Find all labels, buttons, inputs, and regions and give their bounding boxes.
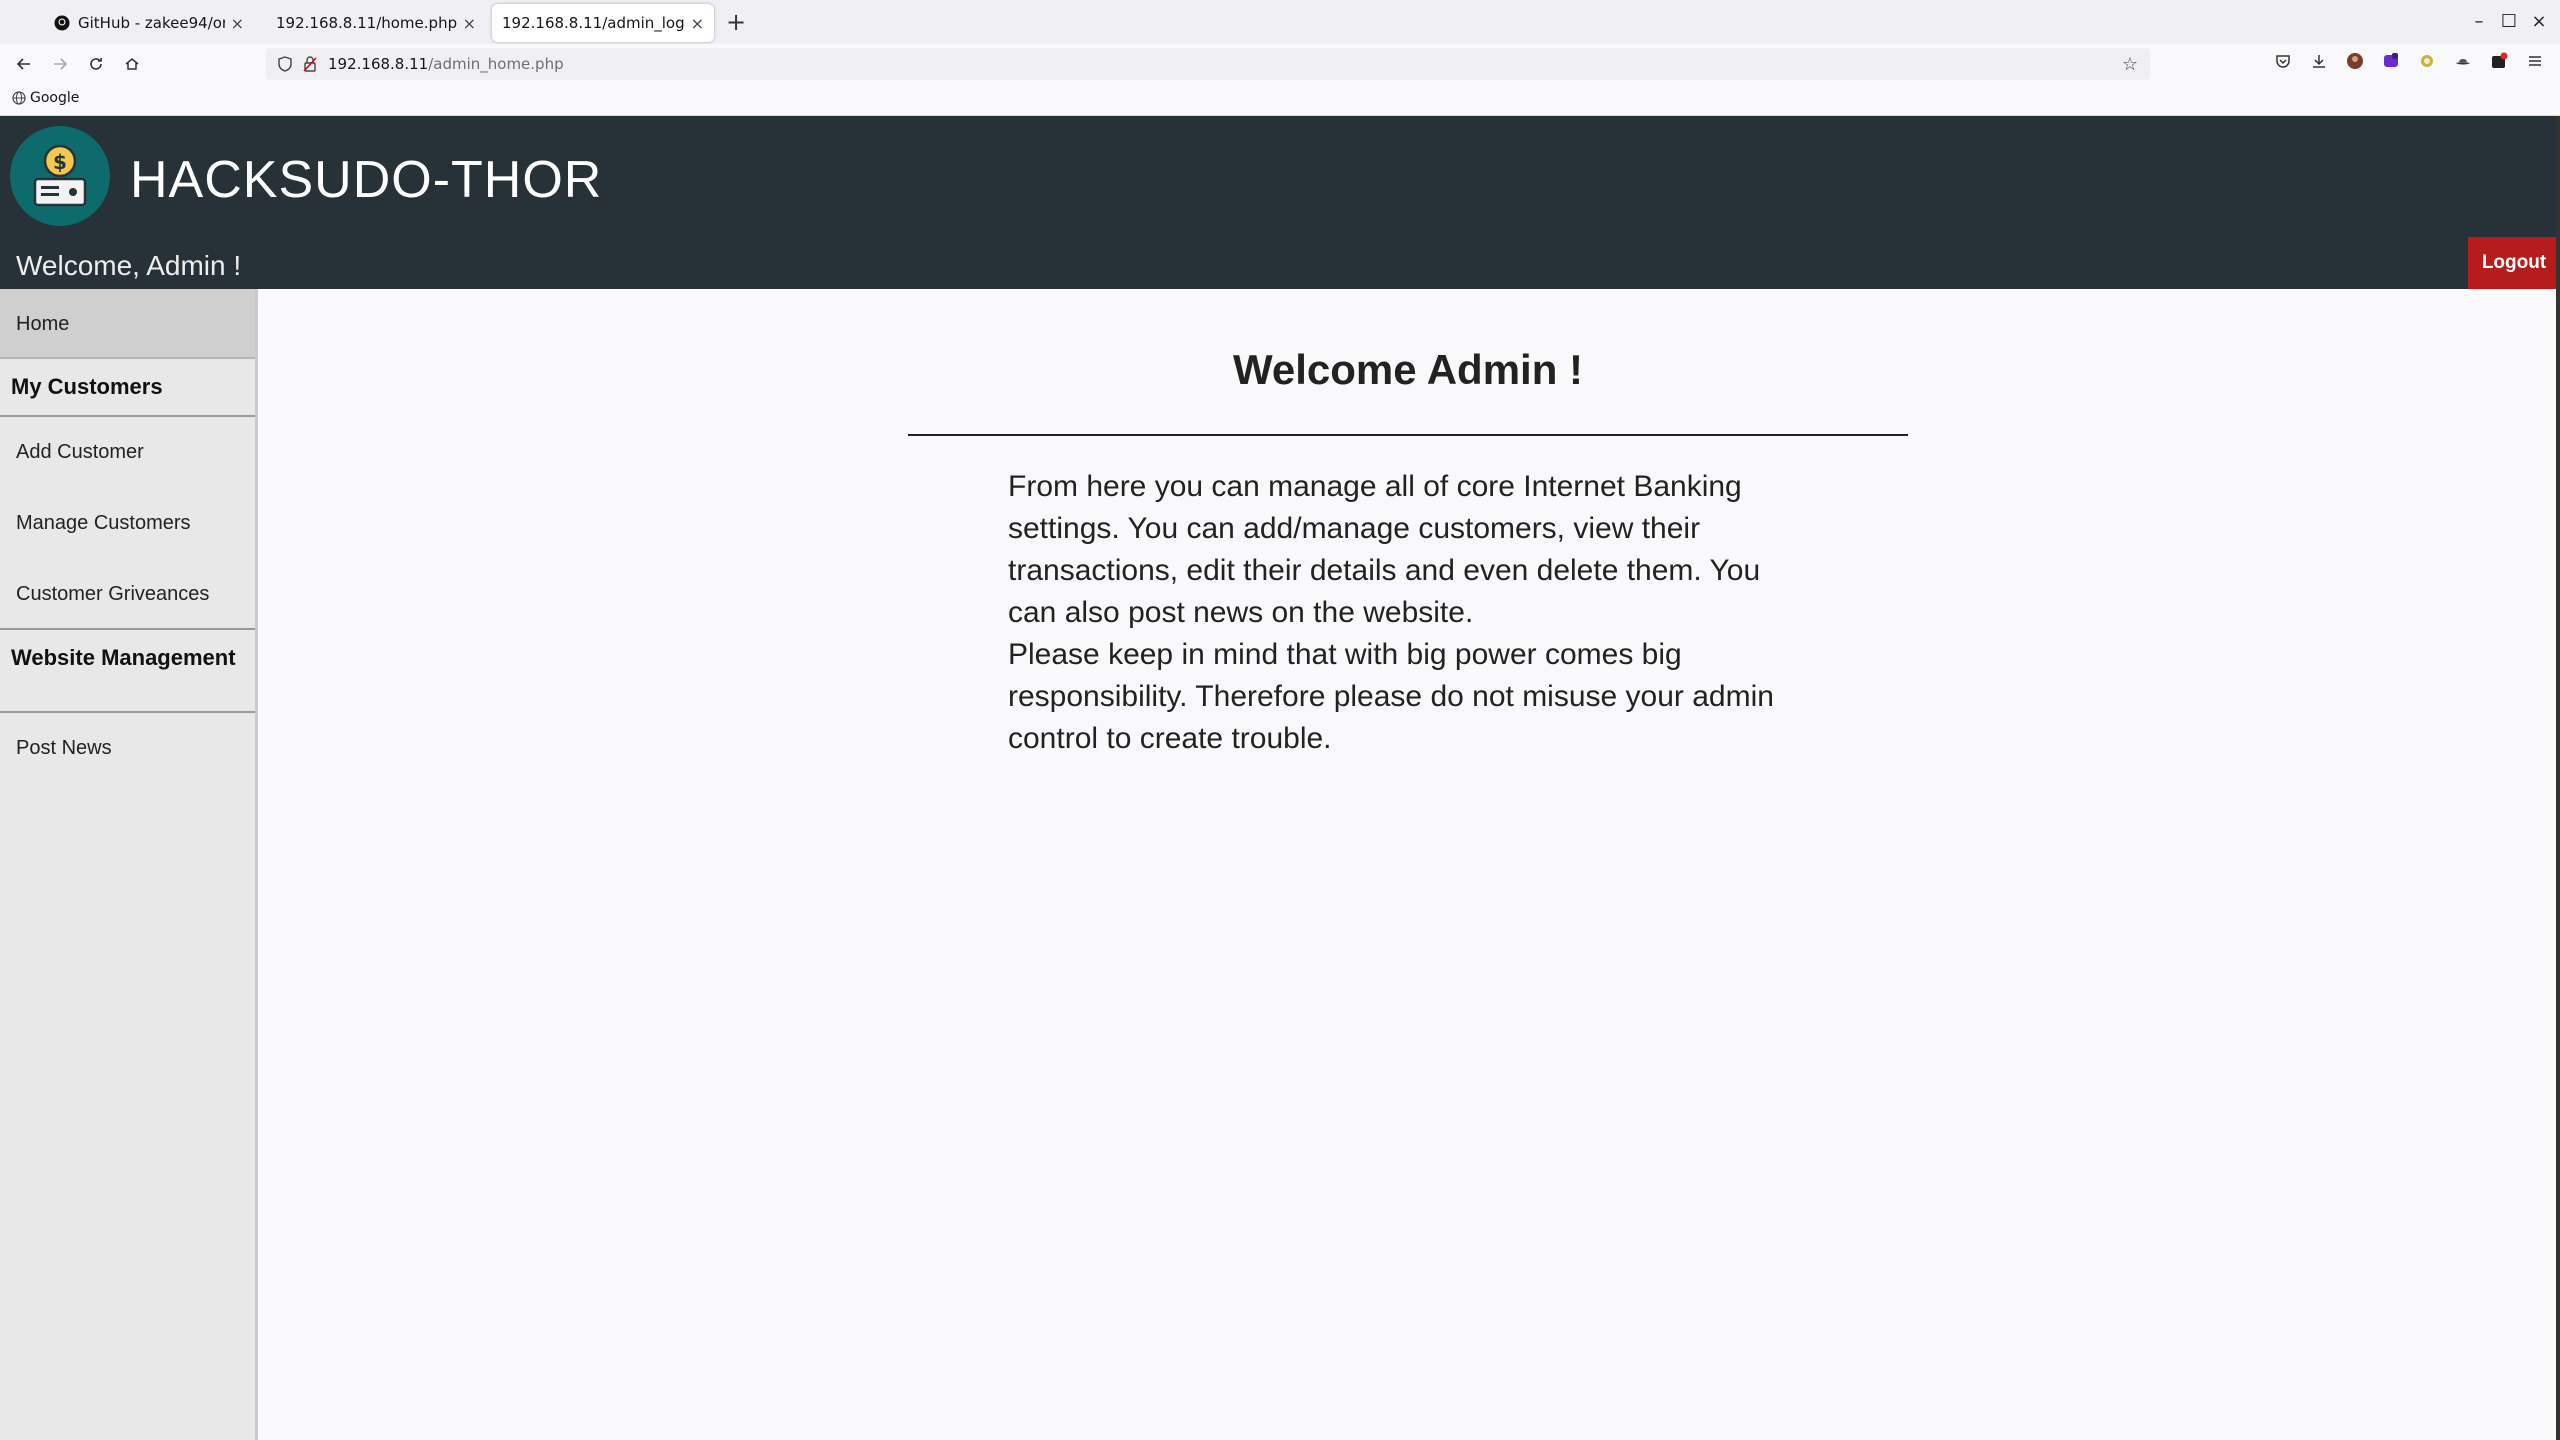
home-icon xyxy=(125,58,139,70)
pocket-icon[interactable] xyxy=(2272,50,2294,72)
site-title: HACKSUDO-THOR xyxy=(130,151,603,209)
tab-title: 192.168.8.11/home.php?login xyxy=(276,14,457,32)
extension-purple-icon[interactable] xyxy=(2380,50,2402,72)
tab-admin-login[interactable]: 192.168.8.11/admin_login.php × xyxy=(492,4,714,42)
close-icon[interactable]: × xyxy=(691,14,704,33)
sidebar-item-add-customer[interactable]: Add Customer xyxy=(0,417,255,488)
sidebar-nav: Home My Customers Add Customer Manage Cu… xyxy=(0,289,258,1440)
logout-button[interactable]: Logout xyxy=(2468,237,2560,289)
tab-home-login[interactable]: 192.168.8.11/home.php?login × xyxy=(266,4,486,42)
sidebar-heading-my-customers: My Customers xyxy=(0,359,255,417)
back-arrow-icon xyxy=(16,58,30,70)
forward-arrow-icon xyxy=(54,58,68,70)
page-title: Welcome Admin ! xyxy=(1232,346,1584,393)
dollar-card-icon: $ xyxy=(10,126,110,226)
shield-icon[interactable] xyxy=(276,55,294,73)
sidebar-item-home[interactable]: Home xyxy=(0,289,255,359)
close-icon[interactable]: × xyxy=(231,14,244,33)
sidebar-heading-website-management: Website Management xyxy=(0,630,255,713)
sidebar-item-post-news[interactable]: Post News xyxy=(0,713,255,784)
sidebar-item-manage-customers[interactable]: Manage Customers xyxy=(0,488,255,559)
home-button[interactable] xyxy=(118,50,146,78)
maximize-button[interactable]: ☐ xyxy=(2494,8,2524,36)
extension-hat-icon[interactable] xyxy=(2452,50,2474,72)
reload-icon xyxy=(90,58,102,70)
extension-circle-icon[interactable] xyxy=(2416,50,2438,72)
new-tab-button[interactable]: + xyxy=(722,8,750,36)
welcome-user-text: Welcome, Admin ! xyxy=(16,250,242,281)
tab-github[interactable]: GitHub - zakee94/online- × xyxy=(44,4,254,42)
extension-avatar-icon[interactable] xyxy=(2344,50,2366,72)
intro-paragraph: From here you can manage all of core Int… xyxy=(1008,470,1761,629)
bookmark-label: Google xyxy=(30,90,80,106)
url-text: 192.168.8.11/admin_home.php xyxy=(328,55,564,73)
web-page: $ HACKSUDO-THOR Welcome, Admin ! Logout … xyxy=(0,116,2560,1440)
bookmarks-toolbar: Google xyxy=(0,84,2560,116)
svg-text:$: $ xyxy=(53,150,67,174)
menu-hamburger-icon[interactable] xyxy=(2524,50,2546,72)
reload-button[interactable] xyxy=(82,50,110,78)
address-bar[interactable]: 192.168.8.11/admin_home.php ☆ xyxy=(266,48,2150,80)
back-button[interactable] xyxy=(10,50,38,78)
close-icon[interactable]: × xyxy=(463,14,476,33)
bookmark-star-icon[interactable]: ☆ xyxy=(2122,54,2138,75)
tab-strip: GitHub - zakee94/online- × 192.168.8.11/… xyxy=(0,0,2560,44)
navigation-toolbar: 192.168.8.11/admin_home.php ☆ xyxy=(0,44,2560,84)
url-path: /admin_home.php xyxy=(428,55,564,73)
github-icon xyxy=(54,15,70,31)
site-header: $ HACKSUDO-THOR Welcome, Admin ! Logout xyxy=(0,116,2560,289)
bookmark-google[interactable]: Google xyxy=(12,90,79,106)
sidebar-item-customer-grievances[interactable]: Customer Griveances xyxy=(0,559,255,630)
forward-button[interactable] xyxy=(46,50,74,78)
title-divider xyxy=(908,434,1908,436)
warning-paragraph: Please keep in mind that with big power … xyxy=(1008,638,1774,755)
insecure-lock-icon[interactable] xyxy=(302,55,318,73)
extension-badge-icon[interactable] xyxy=(2488,50,2510,72)
minimize-button[interactable]: – xyxy=(2464,8,2494,36)
tab-title: GitHub - zakee94/online- xyxy=(78,14,225,32)
download-icon[interactable] xyxy=(2308,50,2330,72)
scrollbar[interactable] xyxy=(2556,116,2560,1440)
url-host: 192.168.8.11 xyxy=(328,55,429,73)
tab-title: 192.168.8.11/admin_login.php xyxy=(502,14,685,32)
close-window-button[interactable]: × xyxy=(2524,8,2554,36)
intro-text: From here you can manage all of core Int… xyxy=(1008,466,1808,760)
globe-icon xyxy=(12,91,26,105)
